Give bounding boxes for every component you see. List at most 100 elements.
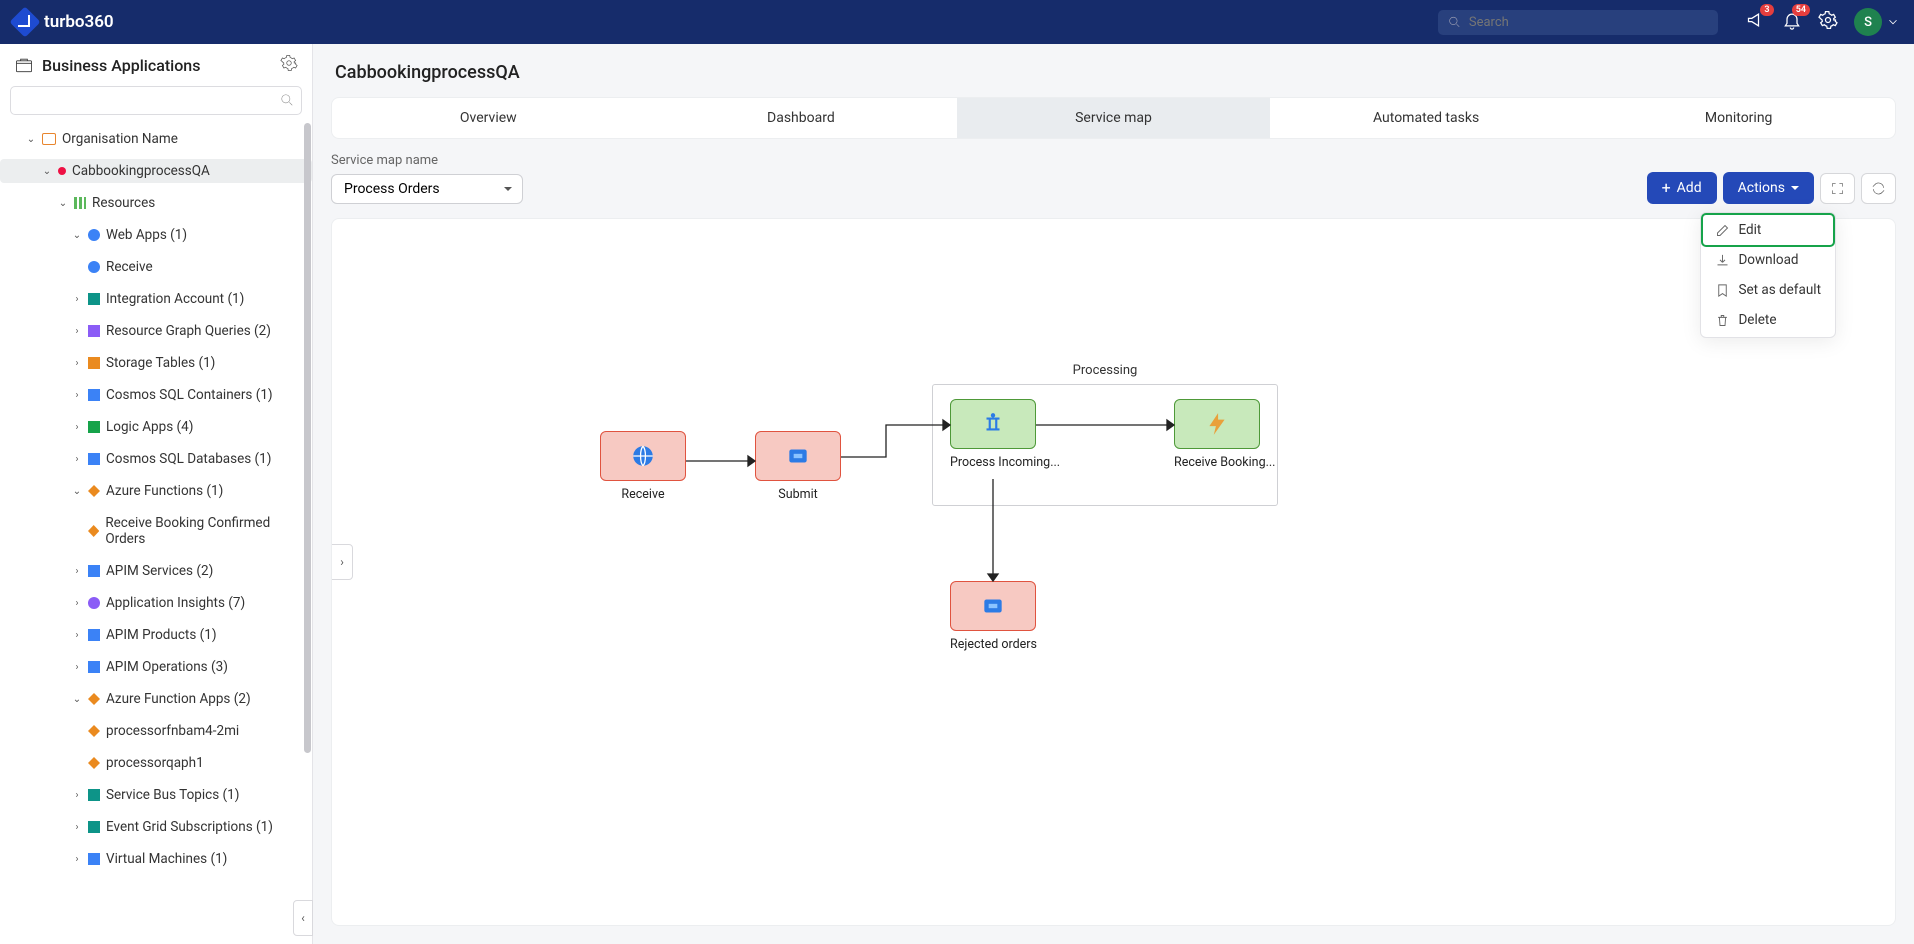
arrow: [1036, 419, 1174, 431]
arrow: [987, 479, 999, 581]
canvas-expand-handle[interactable]: ›: [331, 544, 353, 580]
resource-icon: [88, 293, 100, 305]
resource-icon: [88, 789, 100, 801]
tab-automated-tasks[interactable]: Automated tasks: [1270, 98, 1583, 138]
actions-button[interactable]: Actions: [1723, 172, 1814, 204]
tree-item[interactable]: ›APIM Products (1): [0, 623, 312, 647]
resource-icon: [88, 597, 100, 609]
search-icon: [1448, 15, 1461, 29]
main-content: CabbookingprocessQA Overview Dashboard S…: [313, 44, 1914, 944]
resource-icon: [88, 453, 100, 465]
notifications-button[interactable]: 54: [1782, 10, 1802, 34]
tree-function-child[interactable]: Receive Booking Confirmed Orders: [0, 511, 312, 551]
tree-function-app-child[interactable]: processorfnbam4-2mi: [0, 719, 312, 743]
diagram-canvas[interactable]: › Processing Receive Submit: [331, 218, 1896, 926]
tree-function-app-child[interactable]: processorqaph1: [0, 751, 312, 775]
function-icon: [88, 525, 99, 537]
arrow: [686, 455, 755, 467]
tree-azure-function-apps[interactable]: ⌄Azure Function Apps (2): [0, 687, 312, 711]
sidebar-settings-button[interactable]: [280, 54, 298, 76]
sidebar-collapse-handle[interactable]: ‹: [293, 900, 313, 936]
chevron-down-icon: [1886, 15, 1900, 29]
fullscreen-button[interactable]: [1820, 173, 1855, 204]
bookmark-icon: [1715, 283, 1730, 298]
topbar: turbo360 3 54 S: [0, 0, 1914, 44]
sidebar-search[interactable]: [10, 86, 302, 115]
webapp-icon: [88, 261, 100, 273]
notifications-badge: 54: [1792, 4, 1810, 16]
tree-item[interactable]: ›Resource Graph Queries (2): [0, 319, 312, 343]
announcements-button[interactable]: 3: [1746, 10, 1766, 34]
resource-icon: [88, 357, 100, 369]
menu-download[interactable]: Download: [1703, 245, 1833, 275]
download-icon: [1715, 253, 1730, 268]
group-label: Processing: [933, 363, 1277, 378]
add-button[interactable]: +Add: [1647, 172, 1717, 204]
tree-item[interactable]: ›APIM Services (2): [0, 559, 312, 583]
diagram-node-rejected[interactable]: Rejected orders: [950, 581, 1037, 652]
status-dot-icon: [58, 167, 66, 175]
tree-item[interactable]: ›Virtual Machines (1): [0, 847, 312, 871]
tree-item[interactable]: ›APIM Operations (3): [0, 655, 312, 679]
tab-monitoring[interactable]: Monitoring: [1582, 98, 1895, 138]
resource-icon: [88, 821, 100, 833]
tree-webapp-child[interactable]: Receive: [0, 255, 312, 279]
tree-resources[interactable]: ⌄Resources: [0, 191, 312, 215]
global-search[interactable]: [1438, 10, 1718, 35]
function-icon: [88, 757, 100, 769]
diagram-node-receive[interactable]: Receive: [600, 431, 686, 502]
resource-icon: [88, 629, 100, 641]
actions-menu: Edit Download Set as default Delete: [1700, 212, 1836, 338]
folder-icon: [42, 133, 56, 145]
tree-item[interactable]: ›Application Insights (7): [0, 591, 312, 615]
service-map-select[interactable]: Process Orders: [331, 174, 523, 204]
tree-item[interactable]: ›Logic Apps (4): [0, 415, 312, 439]
logicapp-icon: [980, 593, 1006, 619]
settings-button[interactable]: [1818, 10, 1838, 34]
menu-set-default[interactable]: Set as default: [1703, 275, 1833, 305]
refresh-icon: [1871, 181, 1886, 196]
tab-dashboard[interactable]: Dashboard: [645, 98, 958, 138]
sidebar-search-input[interactable]: [10, 86, 302, 115]
page-tabs: Overview Dashboard Service map Automated…: [331, 97, 1896, 139]
tree-item[interactable]: ›Cosmos SQL Databases (1): [0, 447, 312, 471]
avatar: S: [1854, 8, 1882, 36]
tab-service-map[interactable]: Service map: [957, 98, 1270, 138]
edit-icon: [1715, 223, 1730, 238]
logicapp-icon: [980, 411, 1006, 437]
refresh-button[interactable]: [1861, 173, 1896, 204]
tree-item[interactable]: ›Service Bus Topics (1): [0, 783, 312, 807]
trash-icon: [1715, 313, 1730, 328]
tree-azure-functions[interactable]: ⌄Azure Functions (1): [0, 479, 312, 503]
user-menu[interactable]: S: [1854, 8, 1900, 36]
resource-icon: [88, 565, 100, 577]
menu-delete[interactable]: Delete: [1703, 305, 1833, 335]
diagram-node-booking[interactable]: Receive Booking...: [1174, 399, 1275, 470]
resource-icon: [88, 853, 100, 865]
tree-app[interactable]: ⌄CabbookingprocessQA: [0, 159, 312, 183]
tree-webapps[interactable]: ⌄Web Apps (1): [0, 223, 312, 247]
scrollbar-thumb[interactable]: [304, 123, 311, 753]
resource-icon: [88, 661, 100, 673]
tree-item[interactable]: ›Event Grid Subscriptions (1): [0, 815, 312, 839]
logicapp-icon: [785, 443, 811, 469]
function-icon: [88, 725, 100, 737]
tree-item[interactable]: ›Cosmos SQL Containers (1): [0, 383, 312, 407]
function-icon: [88, 693, 100, 705]
search-icon: [280, 93, 294, 107]
resources-icon: [74, 197, 86, 209]
diagram-node-process[interactable]: Process Incoming...: [950, 399, 1060, 470]
function-icon: [88, 485, 100, 497]
tree-item[interactable]: ›Integration Account (1): [0, 287, 312, 311]
sidebar: Business Applications ⌄Organisation Name…: [0, 44, 313, 944]
tab-overview[interactable]: Overview: [332, 98, 645, 138]
tree-org[interactable]: ⌄Organisation Name: [0, 127, 312, 151]
tree-item[interactable]: ›Storage Tables (1): [0, 351, 312, 375]
brand-logo[interactable]: turbo360: [14, 11, 114, 33]
page-title: CabbookingprocessQA: [313, 44, 1914, 97]
diagram-node-submit[interactable]: Submit: [755, 431, 841, 502]
global-search-input[interactable]: [1469, 15, 1708, 30]
announcements-badge: 3: [1760, 4, 1774, 16]
menu-edit[interactable]: Edit: [1703, 215, 1833, 245]
resource-icon: [88, 421, 100, 433]
